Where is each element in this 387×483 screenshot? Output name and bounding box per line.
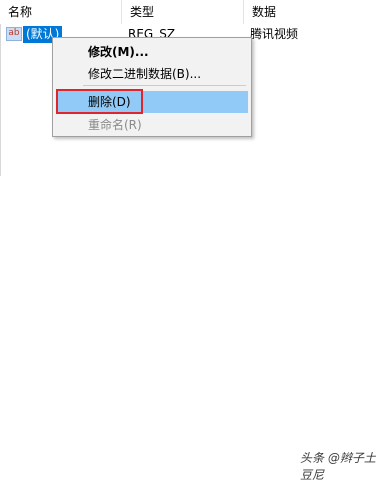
menu-item-rename: 重命名(R): [88, 118, 142, 132]
column-header-type[interactable]: 类型: [121, 0, 243, 24]
menu-separator: [83, 85, 246, 86]
context-menu: 修改(M)... 修改二进制数据(B)... 删除(D) 重命名(R): [52, 37, 252, 137]
menu-item-modify-binary[interactable]: 修改二进制数据(B)...: [56, 63, 248, 85]
highlight-annotation-box: [56, 89, 143, 114]
value-data: 腾讯视频: [250, 27, 299, 41]
watermark-text: 头条 @辫子土豆尼: [300, 451, 376, 482]
pane-edge: [0, 24, 1, 176]
string-value-icon: ab: [6, 27, 22, 41]
column-header-data[interactable]: 数据: [243, 0, 387, 24]
list-header: 名称 类型 数据: [0, 0, 387, 24]
column-header-name[interactable]: 名称: [0, 0, 121, 24]
menu-item-modify[interactable]: 修改(M)...: [56, 41, 248, 63]
